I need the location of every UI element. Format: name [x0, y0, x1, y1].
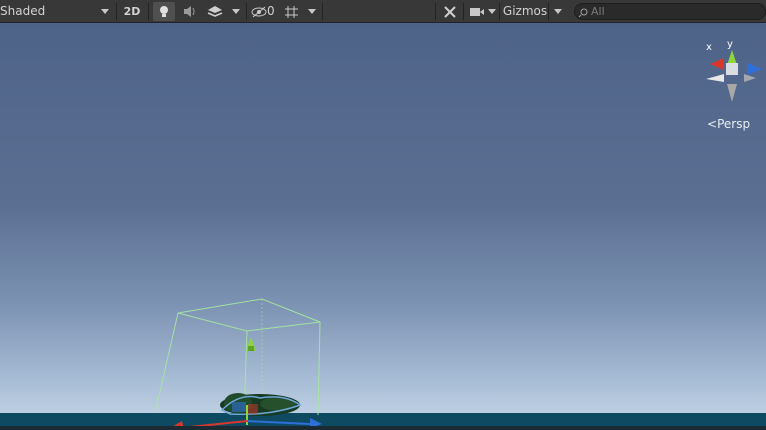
gizmos-dropdown[interactable] [550, 2, 566, 21]
divider [246, 3, 247, 20]
object-pivot-icon[interactable] [246, 337, 256, 351]
search-icon [578, 8, 588, 18]
tools-icon [444, 6, 456, 18]
audio-toggle-button[interactable] [178, 2, 200, 21]
scene-tools-button[interactable] [440, 2, 460, 21]
axis-x-label: x [706, 42, 712, 53]
dropdown-caret-icon [308, 9, 316, 14]
scene-orientation-gizmo[interactable]: x y [700, 38, 766, 108]
gizmos-button[interactable]: Gizmos [501, 2, 549, 21]
shading-mode-dropdown[interactable]: Shaded [0, 2, 112, 21]
scene-objects [154, 298, 322, 430]
projection-label: Persp [717, 117, 751, 131]
dropdown-caret-icon [232, 9, 240, 14]
axis-y-label: y [727, 39, 733, 50]
grid-icon [285, 6, 298, 18]
divider [463, 3, 464, 20]
camera-icon [470, 8, 484, 16]
axis-neg-z-cone-icon[interactable] [744, 74, 756, 82]
scene-toolbar: Shaded 2D 0 Gizmos All [0, 0, 766, 23]
chevron-left-icon: < [707, 117, 718, 131]
scene-search-field[interactable] [574, 3, 766, 20]
effects-dropdown[interactable] [228, 2, 244, 21]
axis-x-cone-icon[interactable] [710, 58, 724, 70]
projection-toggle[interactable]: <Persp [707, 117, 750, 131]
shading-mode-label: Shaded [0, 4, 46, 18]
visibility-icon [251, 6, 267, 18]
camera-dropdown[interactable] [486, 2, 498, 21]
audio-icon [184, 6, 195, 17]
divider [322, 3, 323, 20]
dropdown-caret-icon [488, 9, 496, 14]
gizmo-center-cube[interactable] [726, 63, 738, 75]
divider [116, 3, 117, 20]
lightbulb-icon [160, 6, 168, 17]
camera-settings-button[interactable] [467, 2, 487, 21]
divider [499, 3, 500, 20]
hidden-objects-toggle[interactable]: 0 [250, 2, 278, 21]
grid-toggle-button[interactable] [282, 2, 302, 21]
grid-dropdown[interactable] [304, 2, 320, 21]
layers-icon [207, 6, 223, 17]
axis-z-cone-icon[interactable] [747, 63, 762, 75]
divider [435, 3, 436, 20]
hidden-count: 0 [267, 4, 275, 18]
divider [548, 3, 549, 20]
dropdown-caret-icon [554, 9, 562, 14]
search-input[interactable] [591, 4, 761, 19]
effects-toggle-button[interactable] [204, 2, 226, 21]
lighting-toggle-button[interactable] [153, 2, 175, 21]
viewport-bottom-edge [0, 426, 766, 430]
axis-neg-x-cone-icon[interactable] [706, 74, 724, 82]
axis-neg-y-cone-icon[interactable] [727, 84, 737, 102]
toggle-2d-button[interactable]: 2D [120, 2, 144, 21]
axis-y-cone-icon[interactable] [727, 50, 737, 65]
dropdown-caret-icon [101, 9, 109, 14]
divider [148, 3, 149, 20]
